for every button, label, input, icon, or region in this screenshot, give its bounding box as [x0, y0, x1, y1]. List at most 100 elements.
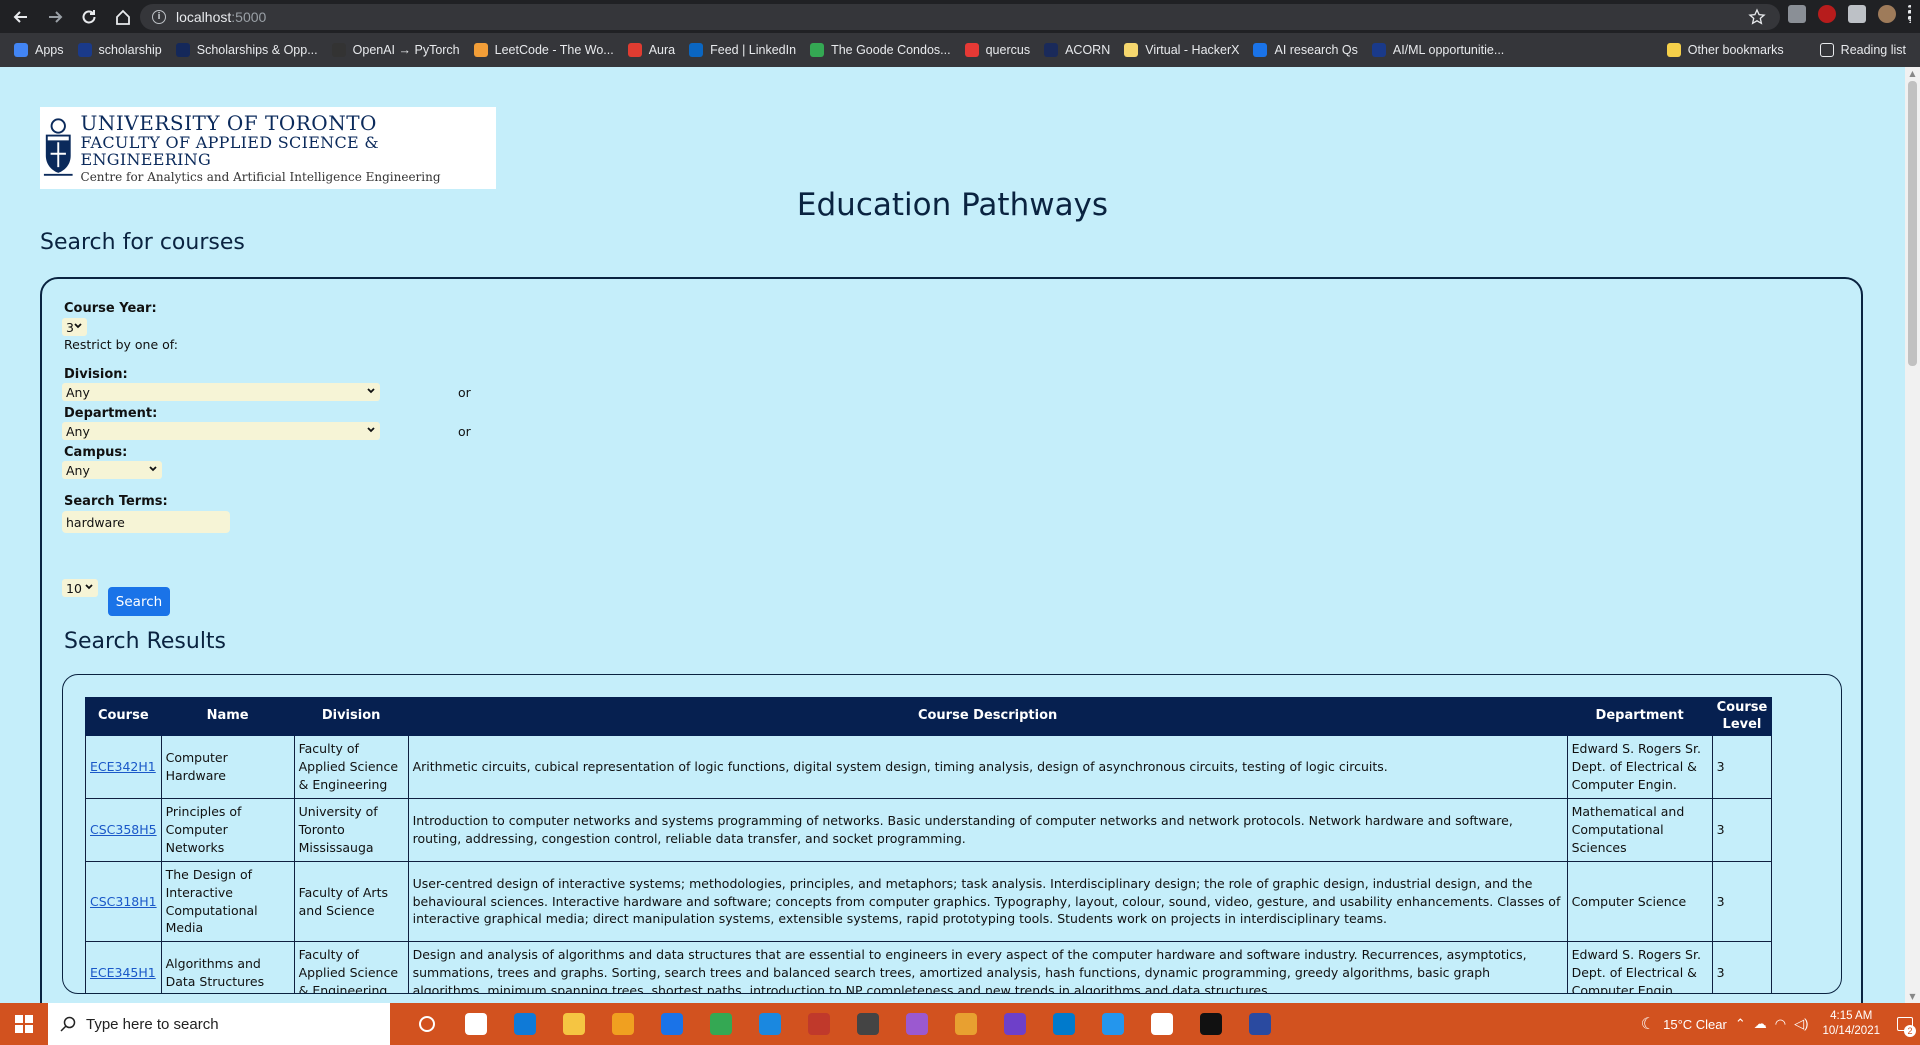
taskbar-app-icon[interactable] [1088, 1003, 1137, 1045]
search-results-box: Course Name Division Course Description … [62, 674, 1842, 994]
search-terms-input[interactable]: hardware [62, 511, 230, 533]
site-info-icon[interactable]: i [152, 10, 166, 24]
department-cell: Edward S. Rogers Sr. Dept. of Electrical… [1566, 735, 1713, 799]
notification-center[interactable]: 2 [1890, 1003, 1920, 1045]
moon-weather-icon: ☾ [1640, 1016, 1656, 1033]
table-row: ECE345H1 Algorithms and Data Structures … [85, 941, 1773, 993]
volume-icon[interactable]: ◁) [1794, 1016, 1808, 1032]
column-header-level[interactable]: Course Level [1711, 697, 1773, 736]
bookmark-item[interactable]: AI research Qs [1253, 43, 1358, 57]
bookmark-star-icon[interactable] [1748, 8, 1766, 26]
bookmark-item[interactable]: LeetCode - The Wo... [473, 43, 614, 57]
bookmark-item[interactable]: Virtual - HackerX [1124, 43, 1239, 57]
weather-text[interactable]: 15°C Clear [1663, 1017, 1727, 1032]
taskbar-app-icon[interactable] [647, 1003, 696, 1045]
column-header-division[interactable]: Division [293, 697, 409, 736]
column-header-department[interactable]: Department [1566, 697, 1713, 736]
chevron-down-icon [367, 427, 375, 433]
taskbar-app-icon[interactable] [402, 1003, 451, 1045]
bookmark-icon [810, 43, 825, 57]
app-glyph-icon [1003, 1013, 1026, 1035]
ublock-icon[interactable] [1818, 5, 1836, 23]
other-bookmarks[interactable]: Other bookmarks [1666, 43, 1784, 57]
puzzle-icon[interactable] [1848, 5, 1866, 23]
bookmark-icon [14, 43, 28, 57]
search-button[interactable]: Search [108, 587, 170, 616]
campus-label: Campus: [64, 445, 128, 460]
start-button[interactable] [0, 1003, 48, 1045]
bookmark-item[interactable]: Apps [14, 43, 64, 57]
taskbar-app-icon[interactable] [1137, 1003, 1186, 1045]
bookmarks-bar: Apps scholarship Scholarships & Opp... O… [0, 33, 1920, 67]
reading-list[interactable]: Reading list [1819, 43, 1906, 57]
department-select[interactable]: Any [62, 422, 380, 440]
taskbar-app-icon[interactable] [1039, 1003, 1088, 1045]
home-button[interactable] [110, 4, 136, 30]
tray-expand-icon[interactable]: ⌃ [1735, 1016, 1746, 1032]
onedrive-icon[interactable]: ☁ [1754, 1016, 1767, 1032]
column-header-course[interactable]: Course [85, 697, 162, 736]
course-link[interactable]: CSC318H1 [90, 894, 157, 909]
bookmark-item[interactable]: Feed | LinkedIn [689, 43, 796, 57]
reading-list-icon [1819, 43, 1834, 57]
taskbar-app-icon[interactable] [745, 1003, 794, 1045]
column-header-description[interactable]: Course Description [407, 697, 1568, 736]
taskbar-app-icon[interactable] [1235, 1003, 1284, 1045]
course-year-select[interactable]: 3 [62, 318, 87, 336]
menu-kebab-icon[interactable] [1908, 5, 1912, 23]
taskbar-app-icon[interactable] [549, 1003, 598, 1045]
bookmark-item[interactable]: quercus [964, 43, 1030, 57]
bookmark-icon [473, 43, 488, 57]
taskbar-app-icon[interactable] [990, 1003, 1039, 1045]
app-glyph-icon [1199, 1013, 1222, 1035]
department-cell: Edward S. Rogers Sr. Dept. of Electrical… [1566, 941, 1713, 993]
chevron-down-icon [74, 323, 82, 329]
course-link[interactable]: CSC358H5 [90, 822, 157, 837]
scroll-up-icon[interactable]: ▲ [1908, 69, 1917, 78]
taskbar-app-icon[interactable] [794, 1003, 843, 1045]
reload-button[interactable] [76, 4, 102, 30]
scroll-down-icon[interactable]: ▼ [1908, 992, 1917, 1001]
or-text: or [458, 385, 471, 400]
bookmark-item[interactable]: ACORN [1044, 43, 1110, 57]
course-link[interactable]: ECE345H1 [90, 965, 156, 980]
taskbar-app-icon[interactable] [843, 1003, 892, 1045]
campus-select[interactable]: Any [62, 461, 162, 479]
clock[interactable]: 4:15 AM 10/14/2021 [1822, 1009, 1880, 1039]
taskbar-app-icon[interactable] [500, 1003, 549, 1045]
app-glyph-icon [660, 1013, 683, 1035]
bookmark-item[interactable]: Aura [627, 43, 675, 57]
taskbar-app-icon[interactable] [1186, 1003, 1235, 1045]
bookmark-item[interactable]: The Goode Condos... [810, 43, 951, 57]
taskbar-app-icon[interactable] [598, 1003, 647, 1045]
search-icon [60, 1016, 76, 1032]
bookmark-item[interactable]: OpenAI → PyTorch [331, 43, 460, 57]
forward-button[interactable] [42, 4, 68, 30]
bookmark-item[interactable]: scholarship [77, 43, 162, 57]
folder-icon [1666, 43, 1681, 57]
division-select[interactable]: Any [62, 383, 380, 401]
taskbar-app-icon[interactable] [892, 1003, 941, 1045]
extension-icon[interactable] [1788, 5, 1806, 23]
description-cell: Arithmetic circuits, cubical representat… [407, 735, 1568, 799]
taskbar-app-icon[interactable] [941, 1003, 990, 1045]
course-year-label: Course Year: [64, 301, 157, 316]
course-link[interactable]: ECE342H1 [90, 759, 156, 774]
wifi-icon[interactable]: ◠ [1775, 1016, 1786, 1032]
taskbar-search-box[interactable]: Type here to search [48, 1003, 390, 1045]
bookmark-item[interactable]: Scholarships & Opp... [175, 43, 318, 57]
taskbar-app-icon[interactable] [451, 1003, 500, 1045]
taskbar-app-icon[interactable] [696, 1003, 745, 1045]
page-scrollbar[interactable]: ▲ ▼ [1905, 67, 1920, 1003]
scroll-thumb[interactable] [1908, 81, 1917, 366]
column-header-name[interactable]: Name [160, 697, 295, 736]
bookmark-item[interactable]: AI/ML opportunitie... [1371, 43, 1504, 57]
profile-avatar[interactable] [1878, 5, 1896, 23]
back-button[interactable] [8, 4, 34, 30]
reload-icon [82, 9, 96, 23]
results-count-select[interactable]: 10 [62, 579, 98, 597]
address-bar[interactable]: i localhost:5000 [140, 4, 1780, 30]
bookmark-icon [331, 43, 346, 57]
division-label: Division: [64, 367, 128, 382]
page-content: UNIVERSITY OF TORONTO FACULTY OF APPLIED… [0, 67, 1905, 1003]
